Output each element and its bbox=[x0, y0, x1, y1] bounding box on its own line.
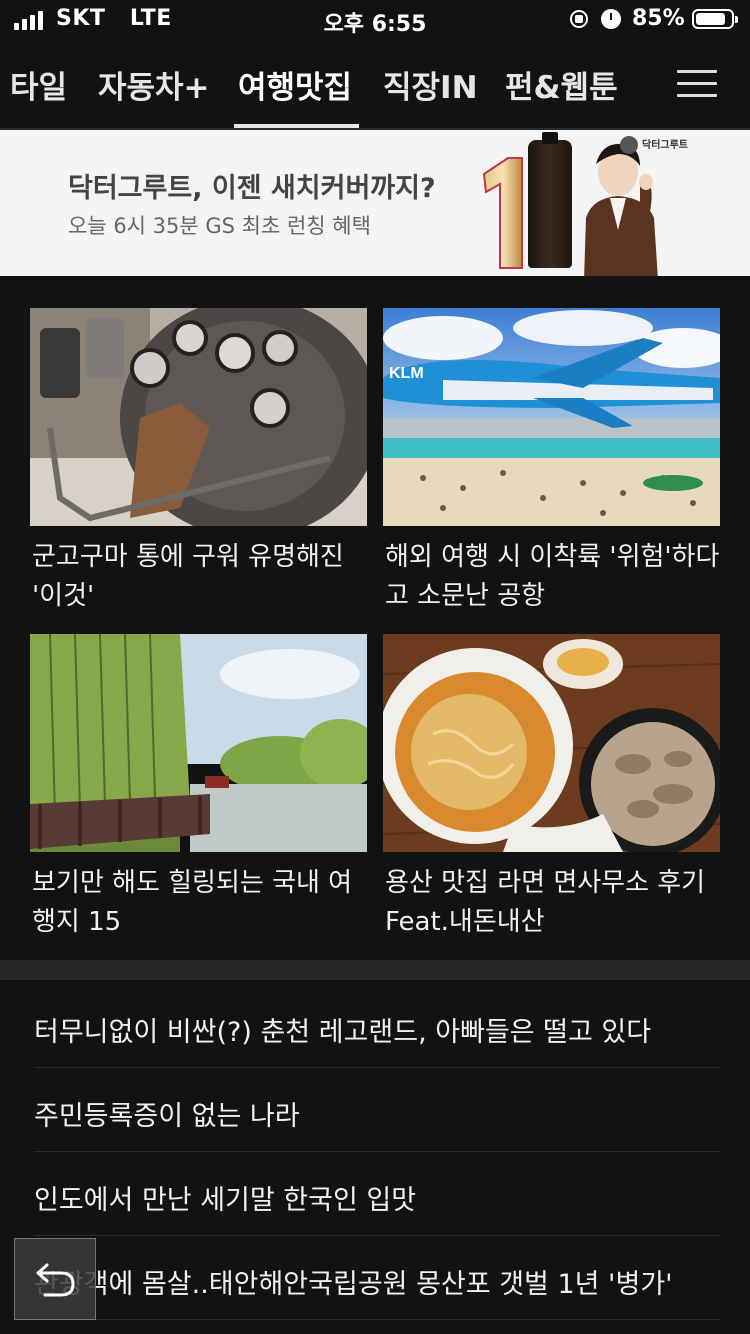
list-item-title: 관광객에 몸살..태안해안국립공원 몽산포 갯벌 1년 '병가' bbox=[34, 1269, 673, 1300]
list-item-title: 인도에서 만난 세기말 한국인 입맛 bbox=[34, 1185, 417, 1216]
list-item[interactable]: 주민등록증이 없는 나라 bbox=[34, 1068, 720, 1152]
list-item[interactable]: 터무니없이 비싼(?) 춘천 레고랜드, 아빠들은 떨고 있다 bbox=[34, 984, 720, 1068]
section-divider bbox=[0, 960, 750, 980]
ad-model-image bbox=[584, 143, 658, 276]
ad-title: 닥터그루트, 이젠 새치커버까지? bbox=[68, 173, 436, 204]
back-button[interactable] bbox=[14, 1238, 96, 1320]
list-item-title: 터무니없이 비싼(?) 춘천 레고랜드, 아빠들은 떨고 있다 bbox=[34, 1017, 652, 1048]
undo-arrow-icon bbox=[36, 1263, 75, 1297]
tab-style[interactable]: 타일 bbox=[10, 62, 67, 107]
article-thumbnail-park bbox=[30, 634, 367, 852]
tab-travel-food[interactable]: 여행맛집 bbox=[238, 62, 352, 107]
battery-percent: 85% bbox=[632, 6, 685, 31]
status-bar: SKT LTE 오후 6:55 85% bbox=[0, 0, 750, 40]
hamburger-menu-icon[interactable] bbox=[677, 70, 717, 98]
ad-subtitle: 오늘 6시 35분 GS 최초 런칭 혜택 bbox=[68, 214, 371, 238]
tab-car[interactable]: 자동차+ bbox=[98, 62, 210, 107]
article-thumbnail-airport: KLM bbox=[383, 308, 720, 526]
ad-number-graphic: 1 bbox=[482, 157, 523, 269]
list-item[interactable]: 인도에서 만난 세기말 한국인 입맛 bbox=[34, 1152, 720, 1236]
article-title: 군고구마 통에 구워 유명해진 '이것' bbox=[32, 542, 344, 611]
tab-work[interactable]: 직장IN bbox=[383, 62, 478, 107]
svg-text:KLM: KLM bbox=[389, 365, 424, 382]
article-title: 용산 맛집 라면 면사무소 후기 Feat.내돈내산 bbox=[385, 868, 706, 937]
svg-text:1: 1 bbox=[492, 263, 493, 265]
active-tab-indicator bbox=[234, 124, 359, 128]
alarm-icon bbox=[601, 9, 621, 29]
article-title: 보기만 해도 힐링되는 국내 여행지 15 bbox=[32, 868, 353, 937]
article-thumbnail-roaster bbox=[30, 308, 367, 526]
article-title: 해외 여행 시 이착륙 '위험'하다고 소문난 공항 bbox=[385, 542, 720, 611]
orientation-lock-icon bbox=[570, 10, 588, 28]
article-thumbnail-ramen bbox=[383, 634, 720, 852]
list-item-title: 주민등록증이 없는 나라 bbox=[34, 1101, 300, 1132]
list-item[interactable]: 관광객에 몸살..태안해안국립공원 몽산포 갯벌 1년 '병가' bbox=[34, 1236, 720, 1320]
ad-banner[interactable]: 닥터그루트, 이젠 새치커버까지? 오늘 6시 35분 GS 최초 런칭 혜택 … bbox=[0, 130, 750, 276]
category-tabs: 타일 자동차+ 여행맛집 직장IN 펀&웹툰 bbox=[0, 40, 750, 130]
ad-brand-label: 닥터그루트 bbox=[620, 136, 688, 154]
battery-icon bbox=[692, 9, 738, 29]
tab-fun-webtoon[interactable]: 펀&웹툰 bbox=[505, 62, 618, 107]
